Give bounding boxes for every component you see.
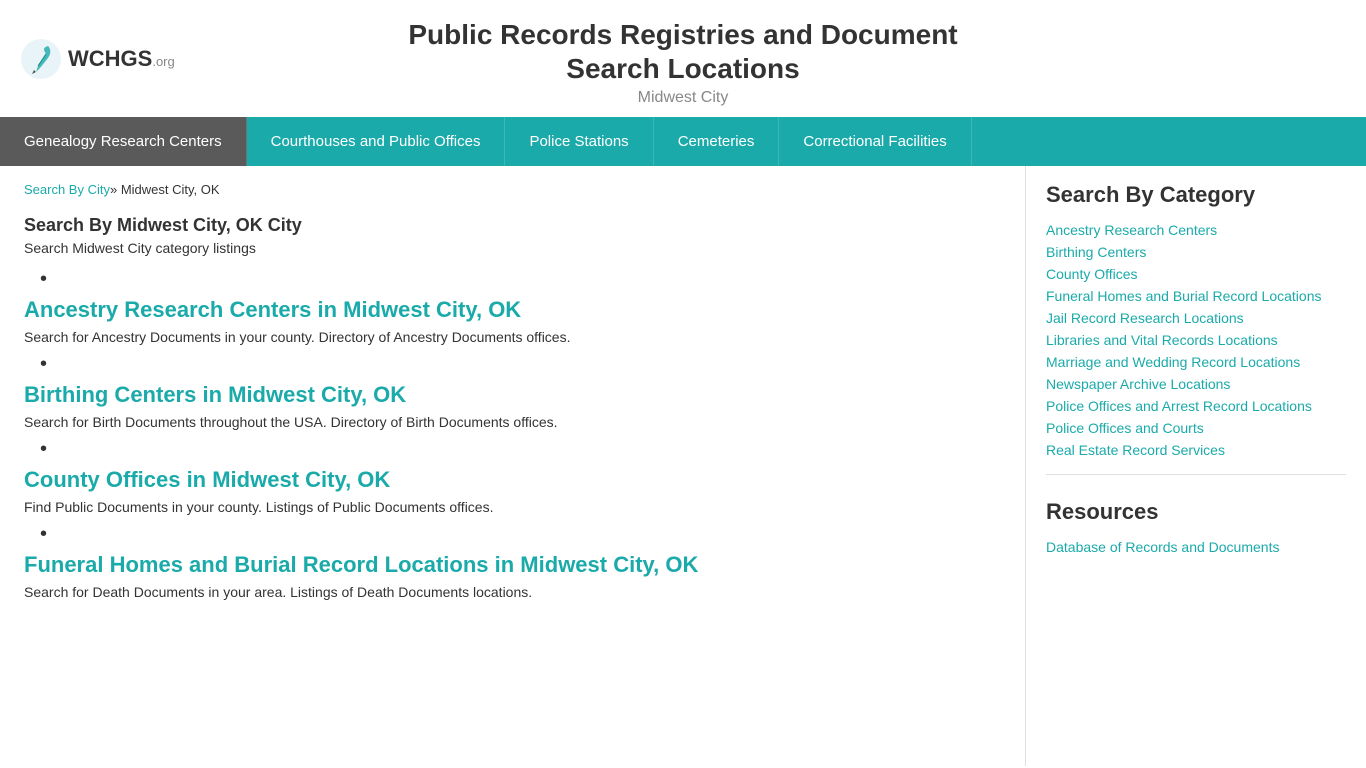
nav-item-genealogy[interactable]: Genealogy Research Centers [0, 117, 247, 166]
sidebar-link-7[interactable]: Newspaper Archive Locations [1046, 376, 1346, 392]
listing-title-1[interactable]: Birthing Centers in Midwest City, OK [24, 382, 1001, 408]
sidebar-link-8[interactable]: Police Offices and Arrest Record Locatio… [1046, 398, 1346, 414]
bullet-3: • [40, 523, 1001, 546]
content-area: Search By City» Midwest City, OK Search … [0, 166, 1026, 766]
logo-icon [20, 38, 62, 80]
sidebar: Search By Category Ancestry Research Cen… [1026, 166, 1366, 577]
listing-desc-2: Find Public Documents in your county. Li… [24, 499, 1001, 515]
nav-item-cemeteries[interactable]: Cemeteries [654, 117, 780, 166]
sidebar-link-9[interactable]: Police Offices and Courts [1046, 420, 1346, 436]
listing-desc-3: Search for Death Documents in your area.… [24, 584, 1001, 600]
header: WCHGS.org Public Records Registries and … [0, 0, 1366, 117]
page-title-line1: Public Records Registries and Document S… [408, 18, 957, 85]
search-heading: Search By Midwest City, OK City [24, 215, 1001, 236]
logo-org: .org [152, 54, 174, 69]
sidebar-link-4[interactable]: Jail Record Research Locations [1046, 310, 1346, 326]
bullet-2: • [40, 438, 1001, 461]
listing-desc-1: Search for Birth Documents throughout th… [24, 414, 1001, 430]
sidebar-link-1[interactable]: Birthing Centers [1046, 244, 1346, 260]
listing-desc-0: Search for Ancestry Documents in your co… [24, 329, 1001, 345]
main-nav: Genealogy Research Centers Courthouses a… [0, 117, 1366, 166]
breadcrumb-current: Midwest City, OK [117, 182, 219, 197]
logo-area[interactable]: WCHGS.org [20, 38, 175, 80]
sidebar-link-2[interactable]: County Offices [1046, 266, 1346, 282]
bullet-1: • [40, 353, 1001, 376]
breadcrumb-link[interactable]: Search By City [24, 182, 110, 197]
sidebar-category-title: Search By Category [1046, 182, 1346, 208]
bullet-0: • [40, 268, 1001, 291]
logo-text-container: WCHGS.org [68, 46, 175, 72]
nav-item-police[interactable]: Police Stations [505, 117, 653, 166]
listing-title-0[interactable]: Ancestry Research Centers in Midwest Cit… [24, 297, 1001, 323]
page-subtitle: Midwest City [408, 89, 957, 107]
sidebar-link-0[interactable]: Ancestry Research Centers [1046, 222, 1346, 238]
sidebar-link-5[interactable]: Libraries and Vital Records Locations [1046, 332, 1346, 348]
sidebar-link-10[interactable]: Real Estate Record Services [1046, 442, 1346, 458]
sidebar-resources-title: Resources [1046, 499, 1346, 525]
listing-title-3[interactable]: Funeral Homes and Burial Record Location… [24, 552, 1001, 578]
site-title: Public Records Registries and Document S… [408, 18, 957, 107]
sidebar-link-3[interactable]: Funeral Homes and Burial Record Location… [1046, 288, 1346, 304]
sidebar-resources-link-0[interactable]: Database of Records and Documents [1046, 539, 1346, 555]
listing-title-2[interactable]: County Offices in Midwest City, OK [24, 467, 1001, 493]
sidebar-divider [1046, 474, 1346, 475]
search-desc: Search Midwest City category listings [24, 240, 1001, 256]
sidebar-link-6[interactable]: Marriage and Wedding Record Locations [1046, 354, 1346, 370]
nav-item-courthouses[interactable]: Courthouses and Public Offices [247, 117, 506, 166]
main-layout: Search By City» Midwest City, OK Search … [0, 166, 1366, 766]
logo-brand: WCHGS [68, 46, 152, 71]
breadcrumb: Search By City» Midwest City, OK [24, 182, 1001, 197]
nav-item-correctional[interactable]: Correctional Facilities [779, 117, 971, 166]
